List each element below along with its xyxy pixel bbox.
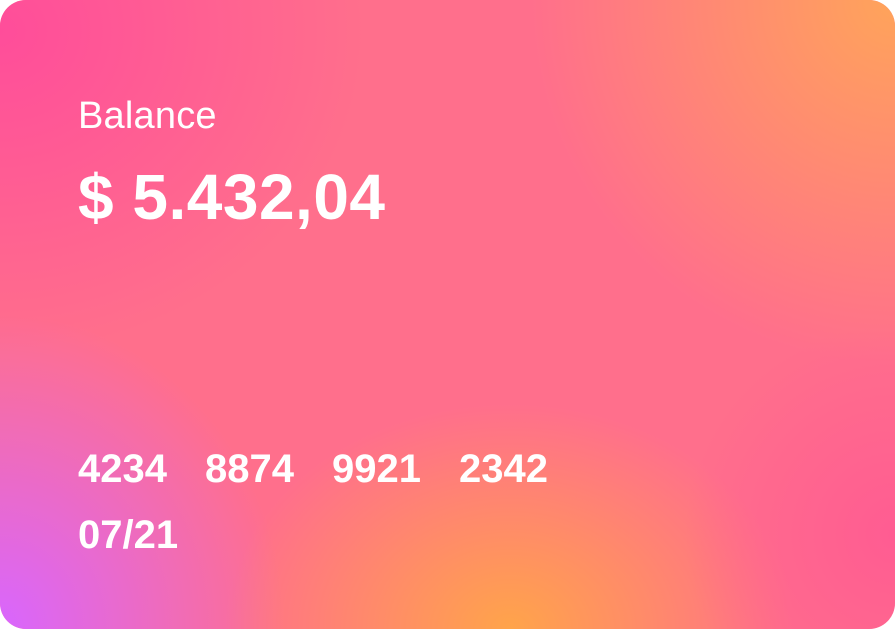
card-number-group: 9921 <box>331 447 421 491</box>
card-number-group: 4234 <box>78 447 167 491</box>
card-number-group: 8874 <box>204 447 294 491</box>
card-number: 4234 8874 9921 2342 <box>78 447 548 492</box>
balance-card: Balance $ 5.432,04 4234 8874 9921 2342 0… <box>0 0 895 629</box>
card-number-group: 2342 <box>458 447 548 491</box>
balance-amount: $ 5.432,04 <box>78 161 386 233</box>
card-expiry: 07/21 <box>78 513 179 557</box>
balance-label: Balance <box>78 95 217 137</box>
